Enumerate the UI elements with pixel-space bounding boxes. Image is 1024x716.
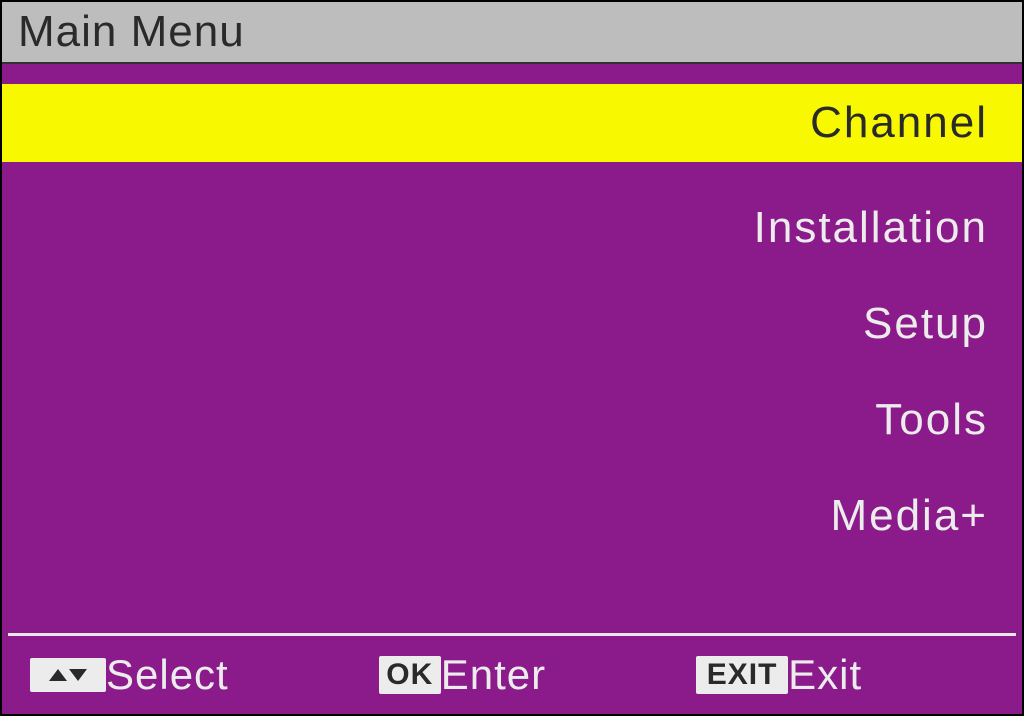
ok-icon: OK <box>379 656 441 694</box>
updown-arrows-icon <box>30 658 106 692</box>
footer-hint-exit: EXIT Exit <box>696 651 862 699</box>
menu-item-label: Tools <box>875 395 988 445</box>
menu-item-label: Installation <box>754 203 988 253</box>
footer-select-label: Select <box>106 651 229 699</box>
footer-hint-enter: OK Enter <box>379 651 546 699</box>
footer-bar: Select OK Enter EXIT Exit <box>2 636 1022 714</box>
menu-item-channel[interactable]: Channel <box>2 84 1022 162</box>
menu-item-tools[interactable]: Tools <box>2 372 1022 468</box>
menu-item-setup[interactable]: Setup <box>2 276 1022 372</box>
footer-exit-label: Exit <box>788 651 862 699</box>
menu-area: Channel Installation Setup Tools Media+ <box>2 64 1022 633</box>
main-container: Main Menu Channel Installation Setup Too… <box>0 0 1024 716</box>
footer-hint-select: Select <box>30 651 229 699</box>
footer-enter-label: Enter <box>441 651 546 699</box>
menu-item-media[interactable]: Media+ <box>2 468 1022 564</box>
menu-item-installation[interactable]: Installation <box>2 180 1022 276</box>
menu-item-label: Channel <box>810 98 988 148</box>
menu-item-label: Media+ <box>830 491 988 541</box>
menu-item-label: Setup <box>863 299 988 349</box>
header-bar: Main Menu <box>2 2 1022 64</box>
page-title: Main Menu <box>18 7 245 57</box>
exit-icon: EXIT <box>696 656 788 694</box>
